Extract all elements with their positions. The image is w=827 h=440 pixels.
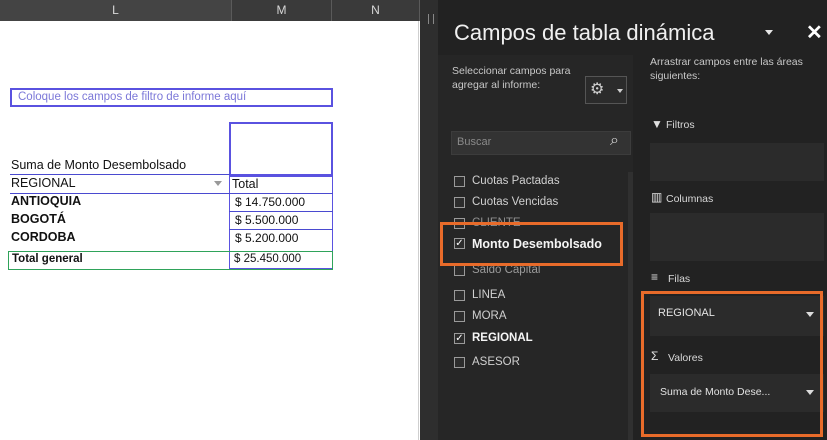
- highlight-monto-field: [440, 222, 623, 266]
- row-value-antioquia[interactable]: $ 14.750.000: [235, 195, 305, 209]
- field-item-mora[interactable]: MORA: [454, 309, 632, 327]
- pane-title: Campos de tabla dinámica: [454, 20, 715, 45]
- field-checkbox[interactable]: [454, 311, 465, 322]
- row-value-cordoba[interactable]: $ 5.200.000: [235, 231, 298, 245]
- grand-total-value[interactable]: $ 25.450.000: [234, 253, 301, 265]
- columns-drop-zone[interactable]: [650, 213, 824, 261]
- pane-options-dropdown-icon[interactable]: [765, 30, 773, 35]
- rows-zone-label: Filas: [668, 273, 691, 285]
- rows-icon: ≡: [651, 270, 659, 284]
- field-checkbox[interactable]: [454, 290, 465, 301]
- field-label: REGIONAL: [472, 332, 533, 344]
- field-label: Cuotas Vencidas: [472, 196, 559, 208]
- field-item-linea[interactable]: LINEA: [454, 288, 632, 306]
- row-filter-dropdown-icon[interactable]: [214, 181, 222, 186]
- drag-fields-instruction: Arrastrar campos entre las áreas siguien…: [650, 56, 803, 82]
- spreadsheet-area: L M N Coloque los campos de filtro de in…: [0, 0, 420, 440]
- pivot-values-caption[interactable]: Suma de Monto Desembolsado: [11, 158, 186, 172]
- splitter-grip-icon: [428, 14, 434, 24]
- close-icon[interactable]: ✕: [806, 20, 823, 45]
- highlight-rows-values-zones: [641, 291, 823, 437]
- field-label: LINEA: [472, 289, 506, 301]
- field-checkbox-checked[interactable]: ✓: [454, 333, 465, 344]
- pivot-caption-underline: [10, 174, 230, 175]
- gear-icon[interactable]: ⚙: [590, 79, 604, 99]
- field-label: ASESOR: [472, 356, 520, 368]
- field-list-scrollbar[interactable]: [628, 172, 633, 440]
- field-item-cuotas-vencidas[interactable]: Cuotas Vencidas: [454, 195, 632, 213]
- chevron-down-icon[interactable]: [617, 89, 623, 93]
- field-label: MORA: [472, 310, 507, 322]
- filters-zone-label: Filtros: [666, 119, 695, 131]
- pane-splitter[interactable]: [420, 0, 438, 440]
- select-fields-instruction: Seleccionar campos para agregar al infor…: [452, 65, 571, 91]
- search-placeholder: Buscar: [457, 136, 492, 148]
- field-checkbox[interactable]: [454, 176, 465, 187]
- field-label: Cuotas Pactadas: [472, 175, 560, 187]
- search-icon[interactable]: ⌕: [610, 132, 619, 150]
- row-header-label[interactable]: REGIONAL: [11, 176, 76, 190]
- row-divider: [229, 211, 333, 212]
- row-label-antioquia[interactable]: ANTIOQUIA: [11, 194, 81, 208]
- field-checkbox[interactable]: [454, 197, 465, 208]
- column-header-n[interactable]: N: [332, 0, 420, 21]
- field-checkbox[interactable]: [454, 265, 465, 276]
- field-item-regional[interactable]: ✓ REGIONAL: [454, 331, 632, 349]
- columns-icon: ▥: [651, 190, 663, 204]
- column-header-l[interactable]: L: [0, 0, 232, 21]
- row-divider: [229, 229, 333, 230]
- total-header-label[interactable]: Total: [232, 177, 258, 191]
- row-value-bogota[interactable]: $ 5.500.000: [235, 213, 298, 227]
- report-filter-drop-zone[interactable]: Coloque los campos de filtro de informe …: [10, 88, 333, 107]
- field-item-asesor[interactable]: ASESOR: [454, 355, 632, 373]
- field-checkbox[interactable]: [454, 357, 465, 368]
- filter-icon: ▼: [651, 117, 663, 131]
- grand-total-label[interactable]: Total general: [12, 253, 83, 265]
- row-label-cordoba[interactable]: CORDOBA: [11, 230, 76, 244]
- filters-drop-zone[interactable]: [650, 143, 824, 181]
- sheet-edge: [418, 21, 419, 440]
- row-label-bogota[interactable]: BOGOTÁ: [11, 212, 66, 226]
- field-item-cuotas-pactadas[interactable]: Cuotas Pactadas: [454, 174, 632, 192]
- column-field-drop-zone[interactable]: [229, 122, 333, 176]
- column-header-m[interactable]: M: [232, 0, 332, 21]
- column-headers: L M N: [0, 0, 420, 21]
- columns-zone-label: Columnas: [666, 193, 714, 205]
